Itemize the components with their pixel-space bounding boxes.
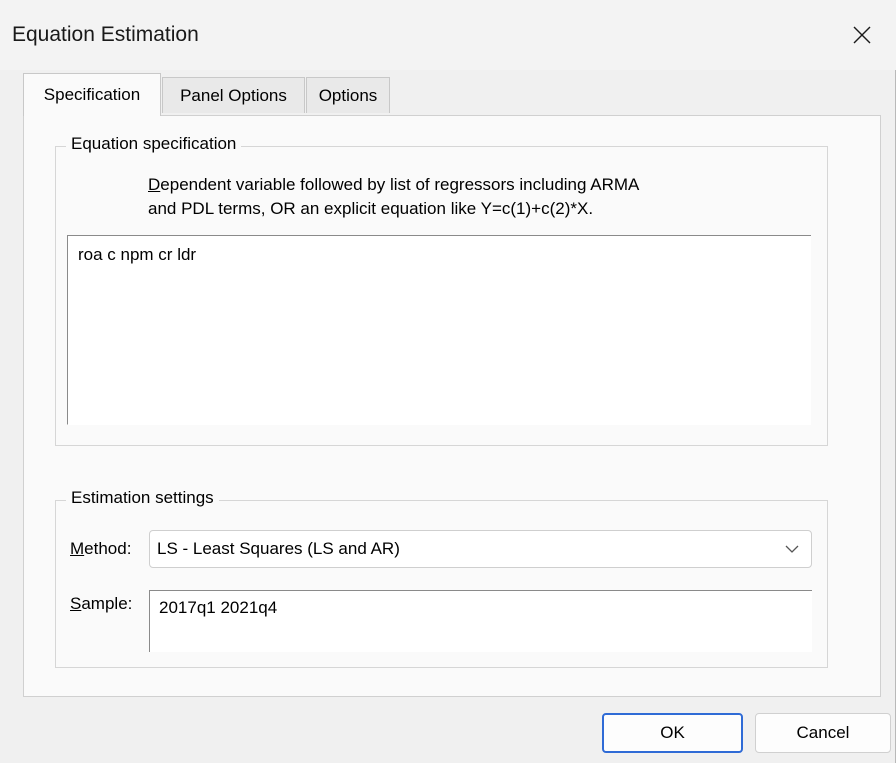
method-label-text: ethod: [84, 539, 132, 558]
sample-label-text: ample: [81, 594, 133, 613]
sample-input[interactable]: 2017q1 2021q4 [149, 590, 812, 652]
estimation-settings-title: Estimation settings [66, 488, 219, 508]
equation-specification-group: Equation specification Dependent variabl… [55, 134, 828, 446]
method-dropdown[interactable]: LS - Least Squares (LS and AR) [149, 530, 812, 568]
method-label: Method: [70, 539, 131, 559]
window-title: Equation Estimation [12, 23, 199, 46]
title-bar: Equation Estimation [0, 0, 896, 70]
tab-options[interactable]: Options [306, 77, 390, 113]
close-icon [853, 26, 871, 44]
instruction-line2: and PDL terms, OR an explicit equation l… [148, 199, 594, 218]
chevron-down-icon [785, 545, 799, 553]
method-label-accelerator: M [70, 539, 85, 558]
ok-button[interactable]: OK [602, 713, 743, 753]
instruction-line1: ependent variable followed by list of re… [160, 175, 640, 194]
equation-specification-title: Equation specification [66, 134, 242, 154]
cancel-button[interactable]: Cancel [755, 713, 891, 753]
specification-tab-panel: Equation specification Dependent variabl… [23, 115, 881, 697]
sample-label: Sample: [70, 594, 132, 614]
method-selected-value: LS - Least Squares (LS and AR) [157, 539, 400, 558]
tab-specification[interactable]: Specification [23, 73, 161, 116]
estimation-settings-group: Estimation settings Method: LS - Least S… [55, 488, 828, 668]
sample-label-accelerator: S [70, 594, 82, 613]
tab-panel-options[interactable]: Panel Options [162, 77, 305, 113]
equation-instructions: Dependent variable followed by list of r… [148, 173, 808, 221]
instruction-accelerator: D [148, 175, 161, 194]
close-button[interactable] [836, 12, 888, 58]
equation-textarea[interactable]: roa c npm cr ldr [67, 235, 811, 425]
equation-estimation-dialog: Equation Estimation Specification Panel … [0, 0, 896, 763]
